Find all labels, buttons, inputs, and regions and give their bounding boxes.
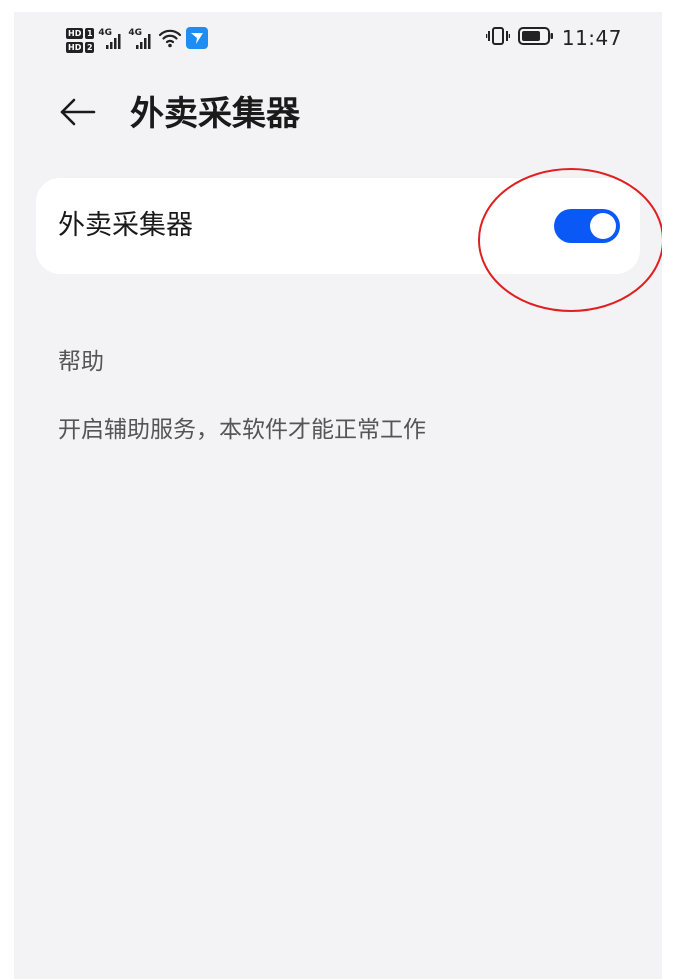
page-title: 外卖采集器 [130, 94, 300, 134]
enable-toggle-switch[interactable] [554, 209, 620, 243]
battery-icon [517, 26, 554, 50]
hd-indicators: HD 1 HD 2 [66, 27, 95, 53]
status-bar: HD 1 HD 2 4G 4G 11:47 [14, 12, 662, 64]
signal-sim1-icon: 4G [98, 28, 124, 52]
hd-sim1: HD 1 [66, 27, 95, 39]
vibrate-icon [485, 26, 511, 50]
setting-label: 外卖采集器 [58, 210, 193, 241]
setting-card: 外卖采集器 [36, 178, 640, 274]
back-button[interactable] [54, 92, 102, 136]
hd-sim2: HD 2 [66, 41, 95, 53]
status-right-icons: 11:47 [485, 24, 622, 52]
notification-app-icon [186, 27, 209, 53]
sim2-number: 2 [85, 41, 95, 53]
wifi-icon [158, 28, 182, 52]
arrow-left-icon [58, 97, 98, 131]
app-screen: HD 1 HD 2 4G 4G 11:47 外卖采集器 外卖采集器 帮助 开启辅… [14, 12, 662, 979]
hd-label: HD [66, 27, 84, 39]
status-left-icons: HD 1 HD 2 4G 4G [66, 20, 209, 60]
help-text: 开启辅助服务，本软件才能正常工作 [58, 417, 426, 443]
page-header: 外卖采集器 [14, 82, 662, 146]
toggle-knob [590, 213, 616, 239]
status-clock: 11:47 [561, 26, 622, 50]
sim1-number: 1 [85, 27, 95, 39]
help-title: 帮助 [58, 349, 104, 375]
signal-sim2-icon: 4G [128, 28, 154, 52]
hd-label: HD [66, 41, 84, 53]
